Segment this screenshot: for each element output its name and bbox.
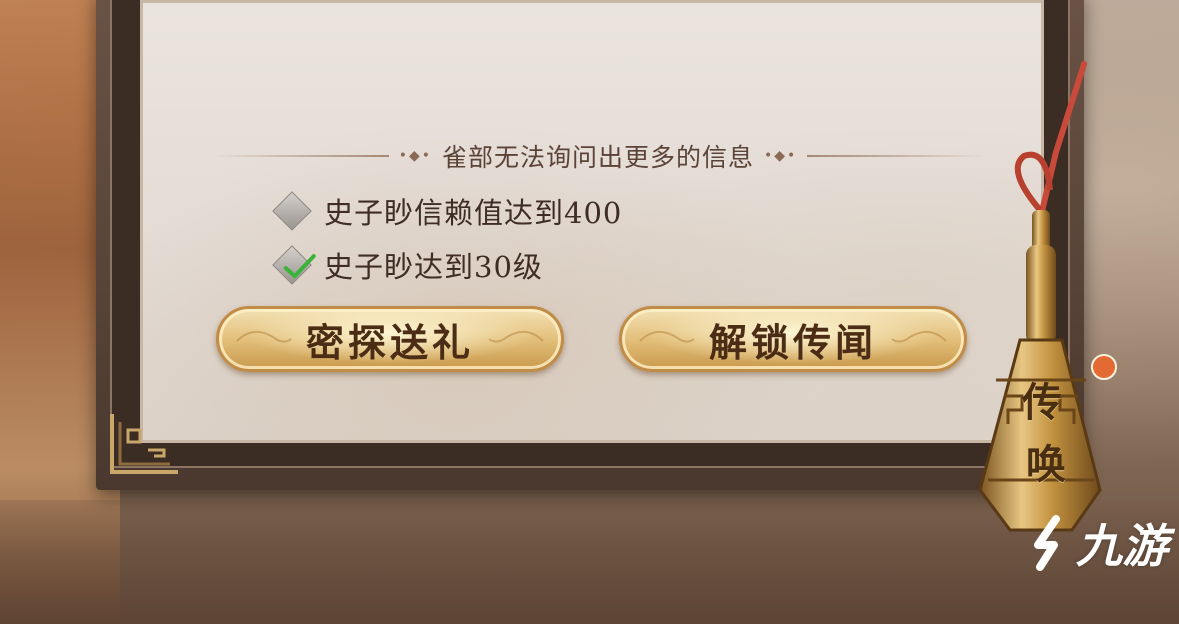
gift-button-label: 密探送礼: [305, 319, 474, 365]
checked-diamond-icon: [272, 245, 316, 285]
swirl-right-icon: [488, 330, 544, 343]
gift-button[interactable]: 密探送礼: [216, 306, 564, 372]
condition-label: 史子眇信赖值达到400: [324, 196, 623, 230]
bell-label-bottom: 唤: [1026, 441, 1066, 488]
notification-dot: [1091, 354, 1117, 380]
title-dots-right-icon: •◆•: [764, 148, 798, 164]
watermark-text: 九游: [1076, 519, 1168, 573]
condition-item-trust: 史子眇信赖值达到400: [272, 190, 623, 232]
title-dots-left-icon: •◆•: [398, 148, 432, 164]
checkmark-icon: [283, 254, 316, 279]
swirl-left-icon: [639, 330, 695, 343]
watermark: 九游: [1030, 510, 1168, 576]
title-divider-left: [210, 155, 389, 157]
corner-ornament-icon: [110, 414, 178, 474]
condition-label: 史子眇达到30级: [324, 250, 543, 284]
condition-item-level: 史子眇达到30级: [272, 244, 543, 286]
info-title: 雀部无法询问出更多的信息: [442, 143, 755, 172]
unlock-rumor-button-label: 解锁传闻: [708, 319, 877, 365]
bell-label-top: 传: [1022, 379, 1062, 426]
unchecked-diamond-icon: [272, 191, 312, 231]
swirl-right-icon: [891, 330, 947, 343]
swirl-left-icon: [236, 330, 292, 343]
watermark-logo-icon: [1034, 515, 1060, 571]
info-title-row: •◆• 雀部无法询问出更多的信息 •◆•: [210, 138, 987, 174]
unlock-rumor-button[interactable]: 解锁传闻: [619, 306, 967, 372]
